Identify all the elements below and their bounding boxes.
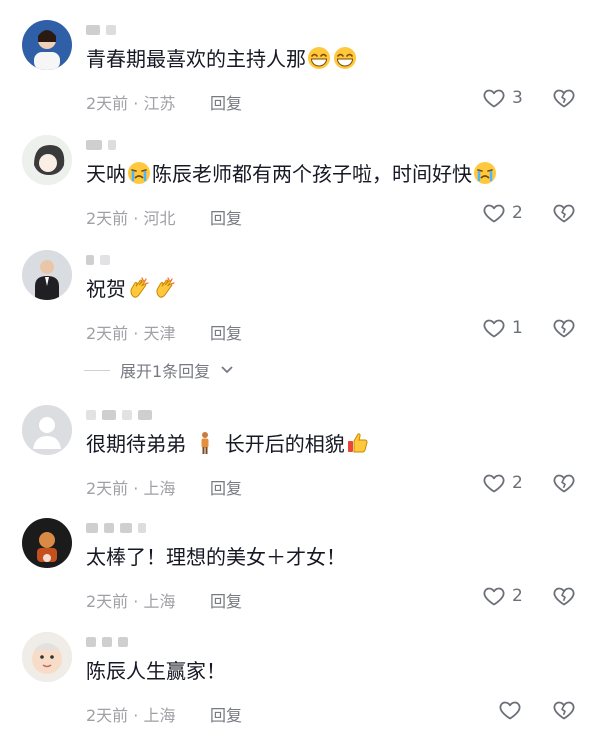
comment-text: 天呐 陈辰老师都有两个孩子啦，时间好快 <box>86 157 498 191</box>
heart-icon <box>498 698 522 722</box>
comment-meta: 2天前 · 天津 <box>86 324 176 343</box>
reply-button[interactable]: 回复 <box>210 475 242 499</box>
comment-item: 太棒了！理想的美女＋才女！ 2天前 · 上海 回复 2 <box>0 518 600 628</box>
comment-text: 青春期最喜欢的主持人那 <box>86 42 358 76</box>
comment-text-body: 陈辰老师都有两个孩子啦，时间好快 <box>152 162 472 186</box>
thumbs-up-icon <box>346 431 370 455</box>
reply-button[interactable]: 回复 <box>210 205 242 229</box>
comment-text-body: 太棒了！理想的美女＋才女！ <box>86 545 346 569</box>
username-redacted[interactable] <box>86 250 110 270</box>
default-avatar-icon <box>22 405 72 455</box>
expand-replies-label: 展开1条回复 <box>120 362 211 381</box>
heart-icon <box>482 584 506 608</box>
heart-icon <box>482 86 506 110</box>
crying-emoji-icon <box>127 161 151 185</box>
heart-icon <box>482 201 506 225</box>
avatar[interactable] <box>22 405 72 455</box>
avatar[interactable] <box>22 20 72 70</box>
reply-button[interactable]: 回复 <box>210 320 242 344</box>
comment-item: 很期待弟弟 长开后的相貌 2天前 · 上海 回复 2 <box>0 405 600 515</box>
comment-text: 很期待弟弟 长开后的相貌 <box>86 427 371 461</box>
comment-meta: 2天前 · 上海 <box>86 592 176 611</box>
broken-heart-icon <box>552 86 576 110</box>
username-redacted[interactable] <box>86 20 116 40</box>
like-button[interactable]: 3 <box>482 86 523 110</box>
comment-text-body: 祝贺 <box>86 277 126 301</box>
username-redacted[interactable] <box>86 405 152 425</box>
comment-text-body: 长开后的相貌 <box>224 432 345 456</box>
username-redacted[interactable] <box>86 135 116 155</box>
username-redacted[interactable] <box>86 518 146 538</box>
like-button[interactable]: 2 <box>482 201 523 225</box>
heart-icon <box>482 471 506 495</box>
comment-meta: 2天前 · 河北 <box>86 209 176 228</box>
like-count: 1 <box>512 318 523 338</box>
comment-text: 陈辰人生赢家！ <box>86 654 226 688</box>
broken-heart-icon <box>552 584 576 608</box>
comment-item: 祝贺 2天前 · 天津 回复 1 <box>0 250 600 360</box>
clapping-hands-icon <box>127 276 151 300</box>
broken-heart-icon <box>552 201 576 225</box>
person-emoji-icon <box>193 431 217 455</box>
like-button[interactable]: 2 <box>482 471 523 495</box>
comment-text-body: 天呐 <box>86 162 126 186</box>
dislike-button[interactable] <box>552 698 576 726</box>
dislike-button[interactable] <box>552 471 576 499</box>
like-count: 3 <box>512 88 523 108</box>
chevron-down-icon <box>221 366 233 374</box>
username-redacted[interactable] <box>86 632 128 652</box>
comment-item: 青春期最喜欢的主持人那 2天前 · 江苏 回复 3 <box>0 20 600 130</box>
dislike-button[interactable] <box>552 86 576 114</box>
like-button[interactable]: 1 <box>482 316 523 340</box>
reply-button[interactable]: 回复 <box>210 702 242 726</box>
comment-text-body: 很期待弟弟 <box>86 432 186 456</box>
dislike-button[interactable] <box>552 316 576 344</box>
like-count: 2 <box>512 473 523 493</box>
clapping-hands-icon <box>153 276 177 300</box>
comment-item: 天呐 陈辰老师都有两个孩子啦，时间好快 2天前 · 河北 回复 2 <box>0 135 600 245</box>
divider-line <box>84 369 110 371</box>
like-button[interactable]: 2 <box>482 584 523 608</box>
like-button[interactable] <box>498 698 528 722</box>
comment-meta: 2天前 · 上海 <box>86 706 176 725</box>
like-count: 2 <box>512 586 523 606</box>
avatar[interactable] <box>22 250 72 300</box>
reply-button[interactable]: 回复 <box>210 588 242 612</box>
broken-heart-icon <box>552 698 576 722</box>
grinning-emoji-icon <box>333 46 357 70</box>
broken-heart-icon <box>552 316 576 340</box>
comment-text-body: 陈辰人生赢家！ <box>86 659 226 683</box>
comment-item: 陈辰人生赢家！ 2天前 · 上海 回复 <box>0 632 600 742</box>
comment-text: 太棒了！理想的美女＋才女！ <box>86 540 346 574</box>
heart-icon <box>482 316 506 340</box>
dislike-button[interactable] <box>552 584 576 612</box>
avatar[interactable] <box>22 632 72 682</box>
like-count: 2 <box>512 203 523 223</box>
comment-meta: 2天前 · 上海 <box>86 479 176 498</box>
grinning-emoji-icon <box>307 46 331 70</box>
avatar[interactable] <box>22 135 72 185</box>
dislike-button[interactable] <box>552 201 576 229</box>
reply-button[interactable]: 回复 <box>210 90 242 114</box>
comment-meta: 2天前 · 江苏 <box>86 94 176 113</box>
crying-emoji-icon <box>473 161 497 185</box>
broken-heart-icon <box>552 471 576 495</box>
comment-text: 祝贺 <box>86 272 178 306</box>
comment-text-body: 青春期最喜欢的主持人那 <box>86 47 306 71</box>
expand-replies-button[interactable]: 展开1条回复 <box>84 358 234 382</box>
avatar[interactable] <box>22 518 72 568</box>
